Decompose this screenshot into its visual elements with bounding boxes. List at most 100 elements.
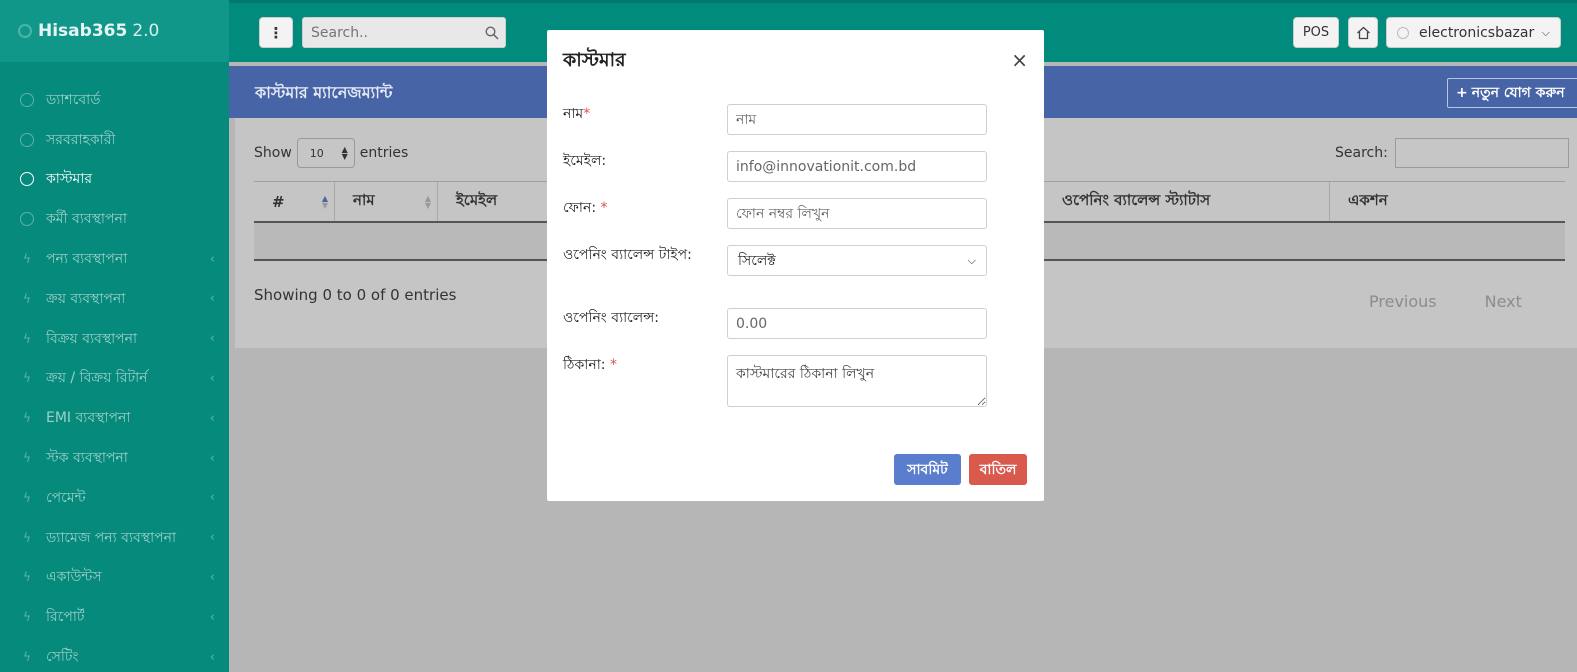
updown-icon: ▲ ▼ <box>341 145 348 161</box>
chevron-left-icon: ‹ <box>209 410 215 426</box>
email-field[interactable] <box>727 151 987 182</box>
bolt-icon: ϟ <box>23 610 31 625</box>
close-icon[interactable]: × <box>1011 48 1028 72</box>
address-label: ঠিকানা: * <box>563 357 617 373</box>
chevron-left-icon: ‹ <box>209 569 215 585</box>
home-icon <box>1356 26 1370 39</box>
sidebar-nav: ড্যাশবোর্ড সরবরাহকারী কাস্টমার কর্মী ব্যবস্… <box>0 62 229 672</box>
sidebar-item[interactable]: কর্মী ব্যবস্থাপনা <box>0 199 229 239</box>
pos-button[interactable]: POS <box>1293 17 1339 48</box>
column-header-index[interactable]: # ▲ ▼ <box>254 182 334 221</box>
menu-toggle-button[interactable]: ⋮ <box>259 17 293 48</box>
column-header-opening-balance-status[interactable]: ওপেনিং ব্যালেন্স স্ট্যাটাস <box>1043 182 1329 221</box>
sidebar-item[interactable]: ϟ একাউন্টস ‹ <box>0 558 229 598</box>
balance-type-select[interactable]: সিলেক্ট ⌵ <box>727 245 987 276</box>
sidebar-item[interactable]: ϟ ক্রয় / বিক্রয় রিটার্ন ‹ <box>0 359 229 399</box>
sidebar-item-label: ক্রয় ব্যবস্থাপনা <box>46 290 126 307</box>
gauge-icon <box>20 92 34 107</box>
sidebar-item-label: ড্যামেজ পন্য ব্যবস্থাপনা <box>46 529 177 546</box>
sidebar-item-label: একাউন্টস <box>46 569 102 586</box>
chevron-left-icon: ‹ <box>209 331 215 347</box>
name-label: নাম* <box>563 106 591 122</box>
sidebar-item-label: কাস্টমার <box>46 171 93 188</box>
cancel-button[interactable]: বাতিল <box>969 454 1027 485</box>
sidebar-item[interactable]: ϟ রিপোর্ট ‹ <box>0 597 229 637</box>
bolt-icon: ϟ <box>23 490 31 505</box>
table-search: Search: <box>1335 138 1569 168</box>
bolt-icon: ϟ <box>23 570 31 585</box>
form-row-balance: ওপেনিং ব্যালেন্স: <box>563 308 1029 339</box>
name-field[interactable] <box>727 104 987 135</box>
opening-balance-field[interactable] <box>727 308 987 339</box>
sidebar-item[interactable]: ϟ সেটিং ‹ <box>0 637 229 672</box>
sidebar-item[interactable]: ϟ পেমেন্ট ‹ <box>0 478 229 518</box>
previous-button[interactable]: Previous <box>1369 292 1437 311</box>
sidebar-item[interactable]: কাস্টমার <box>0 160 229 200</box>
user-menu-button[interactable]: electronicsbazar ⌵ <box>1386 17 1561 48</box>
balance-label: ওপেনিং ব্যালেন্স: <box>563 310 659 326</box>
bolt-icon: ϟ <box>23 411 31 426</box>
logo-icon <box>18 24 32 38</box>
sidebar-item[interactable]: ড্যাশবোর্ড <box>0 80 229 120</box>
sidebar-item-label: সেটিং <box>46 649 79 666</box>
sidebar-item-label: EMI ব্যবস্থাপনা <box>46 410 131 427</box>
sidebar-item-label: সরবরাহকারী <box>46 131 116 148</box>
sidebar: Hisab365 2.0 ড্যাশবোর্ড সরবরাহকারী কাস্টমা… <box>0 0 229 672</box>
sidebar-item[interactable]: ϟ ড্যামেজ পন্য ব্যবস্থাপনা ‹ <box>0 518 229 558</box>
chevron-left-icon: ‹ <box>209 251 215 267</box>
table-search-input[interactable] <box>1394 138 1569 168</box>
balance-type-label: ওপেনিং ব্যালেন্স টাইপ: <box>563 247 692 263</box>
sidebar-item-label: বিক্রয় ব্যবস্থাপনা <box>46 330 138 347</box>
chevron-left-icon: ‹ <box>209 609 215 625</box>
form-row-email: ইমেইল: <box>563 151 1029 182</box>
bolt-icon: ϟ <box>23 650 31 665</box>
sidebar-item[interactable]: ϟ EMI ব্যবস্থাপনা ‹ <box>0 398 229 438</box>
page-length-select[interactable]: 10 ▲ ▼ <box>296 138 355 168</box>
column-header-action[interactable]: একশন <box>1329 182 1565 221</box>
chevron-left-icon: ‹ <box>209 450 215 466</box>
top-search <box>302 17 506 48</box>
sidebar-item[interactable]: সরবরাহকারী <box>0 120 229 160</box>
chevron-down-icon: ⌵ <box>967 253 976 267</box>
brand-version: 2.0 <box>132 21 160 41</box>
column-header-name[interactable]: নাম ▲ ▼ <box>334 182 437 221</box>
gauge-icon <box>20 132 34 147</box>
form-row-phone: ফোন: * <box>563 198 1029 229</box>
sidebar-item[interactable]: ϟ স্টক ব্যবস্থাপনা ‹ <box>0 438 229 478</box>
chevron-left-icon: ‹ <box>209 490 215 506</box>
chevron-left-icon: ‹ <box>209 370 215 386</box>
sort-icon: ▲ ▼ <box>321 193 328 210</box>
balance-type-value: সিলেক্ট <box>738 252 776 269</box>
sidebar-item-label: পন্য ব্যবস্থাপনা <box>46 251 128 268</box>
page-length-control: Show 10 ▲ ▼ entries <box>254 138 408 168</box>
add-new-button[interactable]: + নতুন যোগ করুন <box>1447 78 1577 108</box>
search-icon[interactable] <box>485 25 499 41</box>
plus-icon: + <box>1456 85 1468 101</box>
table-info: Showing 0 to 0 of 0 entries <box>254 286 457 304</box>
entries-label: entries <box>359 145 409 161</box>
phone-field[interactable] <box>727 198 987 229</box>
next-button[interactable]: Next <box>1485 292 1522 311</box>
sort-icon: ▲ ▼ <box>424 193 431 210</box>
sidebar-item[interactable]: ϟ বিক্রয় ব্যবস্থাপনা ‹ <box>0 319 229 359</box>
sidebar-item-label: ক্রয় / বিক্রয় রিটার্ন <box>46 370 148 387</box>
gauge-icon <box>20 212 34 227</box>
form-row-balance-type: ওপেনিং ব্যালেন্স টাইপ: সিলেক্ট ⌵ <box>563 245 1029 287</box>
home-button[interactable] <box>1348 17 1378 48</box>
address-field[interactable] <box>727 355 987 407</box>
sidebar-item-label: ড্যাশবোর্ড <box>46 91 101 108</box>
kebab-icon: ⋮ <box>268 23 284 42</box>
show-label: Show <box>254 145 292 161</box>
pagination: Previous Next <box>1369 292 1522 311</box>
bolt-icon: ϟ <box>23 530 31 545</box>
table-search-label: Search: <box>1335 145 1388 161</box>
sidebar-item-label: রিপোর্ট <box>46 609 85 626</box>
submit-button[interactable]: সাবমিট <box>894 454 961 485</box>
avatar <box>1397 26 1409 39</box>
sidebar-item[interactable]: ϟ ক্রয় ব্যবস্থাপনা ‹ <box>0 279 229 319</box>
form-row-address: ঠিকানা: * <box>563 355 1029 407</box>
sidebar-item-label: পেমেন্ট <box>46 489 86 506</box>
top-search-input[interactable] <box>311 24 485 41</box>
brand[interactable]: Hisab365 2.0 <box>0 0 229 62</box>
sidebar-item[interactable]: ϟ পন্য ব্যবস্থাপনা ‹ <box>0 239 229 279</box>
